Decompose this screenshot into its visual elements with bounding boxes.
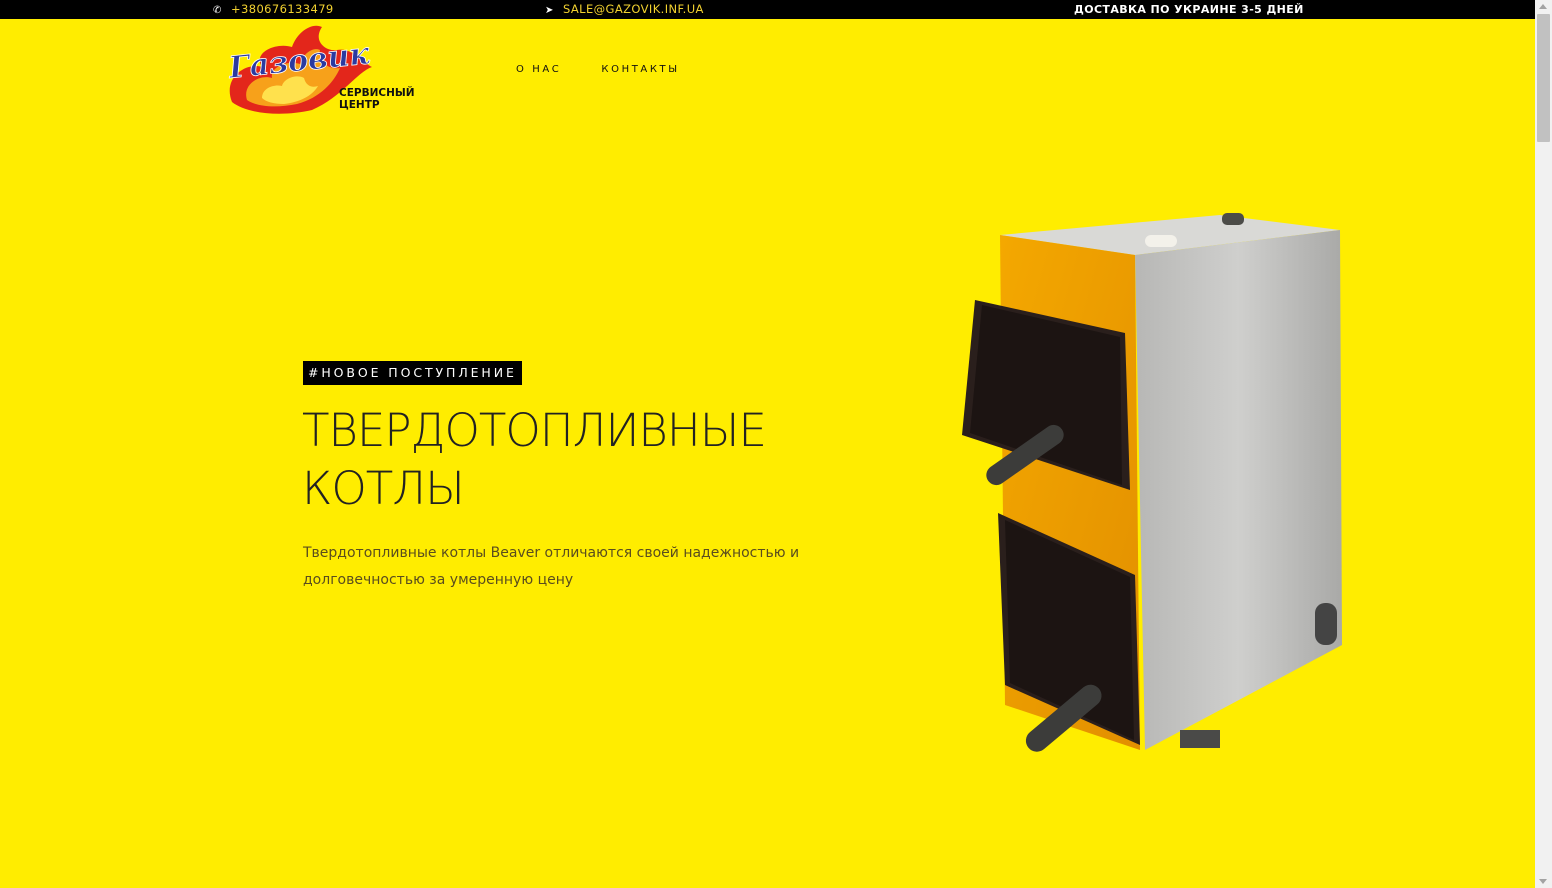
topbar-email-text: SALE@GAZOVIK.INF.UA [563,2,704,16]
solid-fuel-boiler-illustration [962,213,1342,752]
hero-title-line2: КОТЛЫ [302,462,465,515]
page-scrollbar[interactable] [1535,0,1552,888]
topbar-delivery-text: ДОСТАВКА ПО УКРАИНЕ 3-5 ДНЕЙ [1074,3,1304,16]
nav-link-contacts[interactable]: КОНТАКТЫ [601,63,679,77]
flame-logo-icon: Газовик СЕРВИСНЫЙ ЦЕНТР [226,25,415,114]
paper-plane-icon: ➤ [545,5,554,16]
hero-description: Твердотопливные котлы Beaver отличаются … [303,545,800,588]
hero-title-line1: ТВЕРДОТОПЛИВНЫЕ [302,404,767,457]
scroll-up-arrow-icon[interactable] [1539,4,1547,9]
scroll-down-arrow-icon[interactable] [1539,879,1547,884]
topbar-phone-link[interactable]: ✆ +380676133479 [213,2,334,18]
boiler-product-image [950,205,1360,770]
scroll-thumb[interactable] [1537,14,1550,142]
main-nav: О НАС КОНТАКТЫ [516,63,680,77]
topbar-email-link[interactable]: ➤ SALE@GAZOVIK.INF.UA [545,2,704,18]
logo-line2-text: ЦЕНТР [339,99,380,111]
phone-icon: ✆ [213,5,222,16]
nav-link-about[interactable]: О НАС [516,63,561,77]
hero-title: ТВЕРДОТОПЛИВНЫЕ КОТЛЫ [302,402,862,518]
site-logo[interactable]: Газовик СЕРВИСНЫЙ ЦЕНТР [222,22,427,114]
new-arrival-badge: #НОВОЕ ПОСТУПЛЕНИЕ [303,361,522,385]
topbar-phone-text: +380676133479 [231,2,334,16]
logo-line1-text: СЕРВИСНЫЙ [339,86,415,99]
top-bar: ✆ +380676133479 ➤ SALE@GAZOVIK.INF.UA ДОСТ… [0,0,1535,19]
